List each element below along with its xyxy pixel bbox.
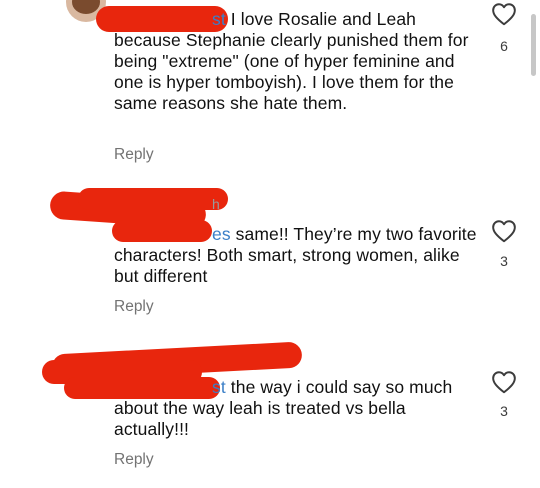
username-mention[interactable]: es bbox=[212, 224, 231, 244]
comment-text: es same!! They’re my two favorite charac… bbox=[114, 224, 482, 287]
reply-button[interactable]: Reply bbox=[114, 146, 154, 164]
username-mention[interactable]: st bbox=[212, 9, 226, 29]
like-count: 6 bbox=[500, 38, 508, 54]
reply-button[interactable]: Reply bbox=[114, 451, 154, 469]
reply-button[interactable]: Reply bbox=[114, 298, 154, 316]
scrollbar[interactable] bbox=[531, 14, 536, 76]
like-count: 3 bbox=[500, 403, 508, 419]
comment-text: st the way i could say so much about the… bbox=[114, 377, 482, 440]
comment-body: the way i could say so much about the wa… bbox=[114, 377, 453, 439]
heart-outline-icon[interactable] bbox=[491, 370, 517, 394]
redaction-mark bbox=[78, 188, 228, 210]
username-mention[interactable]: st bbox=[212, 377, 226, 397]
heart-outline-icon[interactable] bbox=[491, 219, 517, 243]
comment-body: same!! They’re my two favorite character… bbox=[114, 224, 477, 286]
comment-body: I love Rosalie and Leah because Stephani… bbox=[114, 9, 469, 113]
heart-outline-icon[interactable] bbox=[491, 2, 517, 26]
like-count: 3 bbox=[500, 253, 508, 269]
comment-text: st I love Rosalie and Leah because Steph… bbox=[114, 9, 482, 114]
username-fragment: h bbox=[212, 196, 220, 212]
